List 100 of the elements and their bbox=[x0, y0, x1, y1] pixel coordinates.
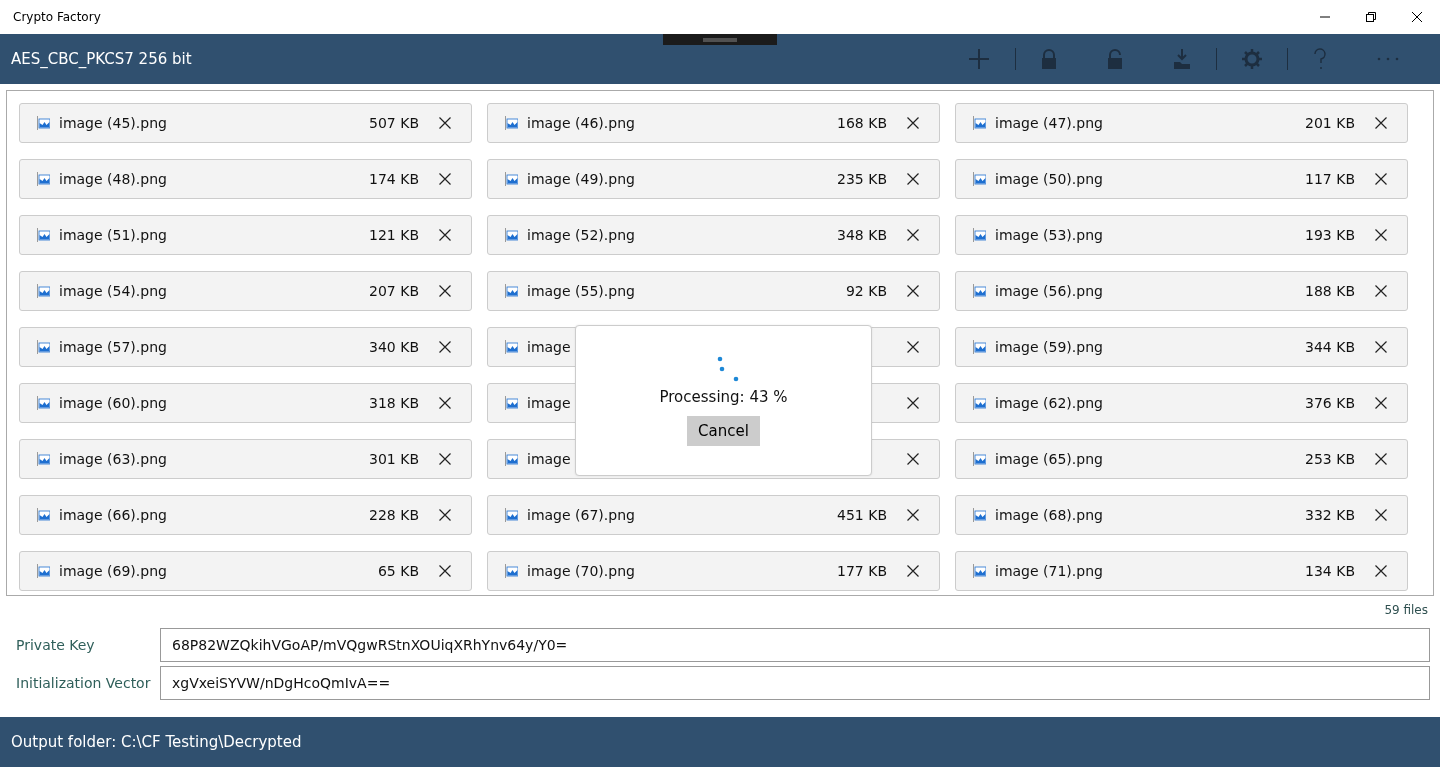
file-name: image (46).png bbox=[527, 115, 635, 131]
file-item[interactable]: image (56).png 188 KB bbox=[955, 271, 1408, 311]
file-name: image bbox=[527, 395, 571, 411]
file-item[interactable]: image (50).png 117 KB bbox=[955, 159, 1408, 199]
remove-icon[interactable] bbox=[1375, 229, 1387, 241]
remove-icon[interactable] bbox=[439, 229, 451, 241]
remove-icon[interactable] bbox=[907, 565, 919, 577]
remove-icon[interactable] bbox=[1375, 173, 1387, 185]
file-name: image (62).png bbox=[995, 395, 1103, 411]
file-item[interactable]: image (46).png 168 KB bbox=[487, 103, 940, 143]
file-item[interactable]: image (51).png 121 KB bbox=[19, 215, 472, 255]
window-title: Crypto Factory bbox=[13, 10, 101, 24]
file-item[interactable]: image (55).png 92 KB bbox=[487, 271, 940, 311]
file-size: 65 KB bbox=[377, 563, 419, 579]
image-file-icon bbox=[973, 228, 986, 242]
image-file-icon bbox=[505, 564, 518, 578]
file-name: image (65).png bbox=[995, 451, 1103, 467]
input-field[interactable]: xgVxeiSYVW/nDgHcoQmIvA== bbox=[160, 666, 1430, 700]
image-file-icon bbox=[37, 228, 50, 242]
file-name: image (53).png bbox=[995, 227, 1103, 243]
remove-icon[interactable] bbox=[439, 509, 451, 521]
file-item[interactable]: image (52).png 348 KB bbox=[487, 215, 940, 255]
remove-icon[interactable] bbox=[907, 341, 919, 353]
file-size: 177 KB bbox=[837, 563, 887, 579]
file-item[interactable]: image (69).png 65 KB bbox=[19, 551, 472, 591]
file-item[interactable]: image (45).png 507 KB bbox=[19, 103, 472, 143]
file-size: 117 KB bbox=[1305, 171, 1355, 187]
remove-icon[interactable] bbox=[439, 341, 451, 353]
file-name: image (71).png bbox=[995, 563, 1103, 579]
remove-icon[interactable] bbox=[907, 285, 919, 297]
file-name: image (70).png bbox=[527, 563, 635, 579]
output-folder-text: Output folder: C:\CF Testing\Decrypted bbox=[11, 733, 302, 751]
file-name: image (49).png bbox=[527, 171, 635, 187]
file-item[interactable]: image (68).png 332 KB bbox=[955, 495, 1408, 535]
image-file-icon bbox=[37, 172, 50, 186]
file-size: 121 KB bbox=[369, 227, 419, 243]
image-file-icon bbox=[505, 284, 518, 298]
input-field[interactable]: 68P82WZQkihVGoAP/mVQgwRStnXOUiqXRhYnv64y/Y0= bbox=[160, 628, 1430, 662]
file-item[interactable]: image (47).png 201 KB bbox=[955, 103, 1408, 143]
file-size: 168 KB bbox=[837, 115, 887, 131]
file-name: image (45).png bbox=[59, 115, 167, 131]
algorithm-label: AES_CBC_PKCS7 256 bit bbox=[11, 50, 192, 68]
remove-icon[interactable] bbox=[1375, 285, 1387, 297]
image-file-icon bbox=[37, 284, 50, 298]
file-item[interactable]: image (70).png 177 KB bbox=[487, 551, 940, 591]
file-item[interactable]: image (65).png 253 KB bbox=[955, 439, 1408, 479]
remove-icon[interactable] bbox=[907, 509, 919, 521]
file-item[interactable]: image (53).png 193 KB bbox=[955, 215, 1408, 255]
remove-icon[interactable] bbox=[907, 229, 919, 241]
drag-handle[interactable] bbox=[663, 34, 777, 45]
remove-icon[interactable] bbox=[1375, 453, 1387, 465]
remove-icon[interactable] bbox=[1375, 341, 1387, 353]
remove-icon[interactable] bbox=[1375, 117, 1387, 129]
remove-icon[interactable] bbox=[439, 117, 451, 129]
file-item[interactable]: image (57).png 340 KB bbox=[19, 327, 472, 367]
file-size: 451 KB bbox=[837, 507, 887, 523]
remove-icon[interactable] bbox=[1375, 565, 1387, 577]
file-size: 344 KB bbox=[1305, 339, 1355, 355]
file-item[interactable]: image (49).png 235 KB bbox=[487, 159, 940, 199]
remove-icon[interactable] bbox=[439, 453, 451, 465]
remove-icon[interactable] bbox=[907, 117, 919, 129]
remove-icon[interactable] bbox=[907, 397, 919, 409]
image-file-icon bbox=[505, 228, 518, 242]
restore-icon bbox=[1365, 11, 1377, 23]
image-file-icon bbox=[973, 396, 986, 410]
file-name: image (51).png bbox=[59, 227, 167, 243]
image-file-icon bbox=[37, 340, 50, 354]
file-item[interactable]: image (59).png 344 KB bbox=[955, 327, 1408, 367]
image-file-icon bbox=[973, 508, 986, 522]
file-item[interactable]: image (62).png 376 KB bbox=[955, 383, 1408, 423]
file-name: image (50).png bbox=[995, 171, 1103, 187]
remove-icon[interactable] bbox=[439, 285, 451, 297]
cancel-button[interactable]: Cancel bbox=[687, 416, 760, 446]
remove-icon[interactable] bbox=[907, 453, 919, 465]
remove-icon[interactable] bbox=[439, 397, 451, 409]
file-item[interactable]: image (48).png 174 KB bbox=[19, 159, 472, 199]
remove-icon[interactable] bbox=[1375, 509, 1387, 521]
file-name: image (56).png bbox=[995, 283, 1103, 299]
file-item[interactable]: image (67).png 451 KB bbox=[487, 495, 940, 535]
remove-icon[interactable] bbox=[439, 565, 451, 577]
remove-icon[interactable] bbox=[1375, 397, 1387, 409]
remove-icon[interactable] bbox=[907, 173, 919, 185]
file-size: 318 KB bbox=[369, 395, 419, 411]
file-size: 92 KB bbox=[845, 283, 887, 299]
spinner-icon bbox=[716, 356, 739, 382]
image-file-icon bbox=[37, 508, 50, 522]
remove-icon[interactable] bbox=[439, 173, 451, 185]
file-item[interactable]: image (60).png 318 KB bbox=[19, 383, 472, 423]
file-name: image bbox=[527, 451, 571, 467]
file-name: image (57).png bbox=[59, 339, 167, 355]
file-item[interactable]: image (54).png 207 KB bbox=[19, 271, 472, 311]
file-size: 507 KB bbox=[369, 115, 419, 131]
file-item[interactable]: image (63).png 301 KB bbox=[19, 439, 472, 479]
file-item[interactable]: image (66).png 228 KB bbox=[19, 495, 472, 535]
image-file-icon bbox=[37, 396, 50, 410]
file-item[interactable]: image (71).png 134 KB bbox=[955, 551, 1408, 591]
image-file-icon bbox=[505, 508, 518, 522]
file-size: 228 KB bbox=[369, 507, 419, 523]
image-file-icon bbox=[505, 452, 518, 466]
file-size: 201 KB bbox=[1305, 115, 1355, 131]
